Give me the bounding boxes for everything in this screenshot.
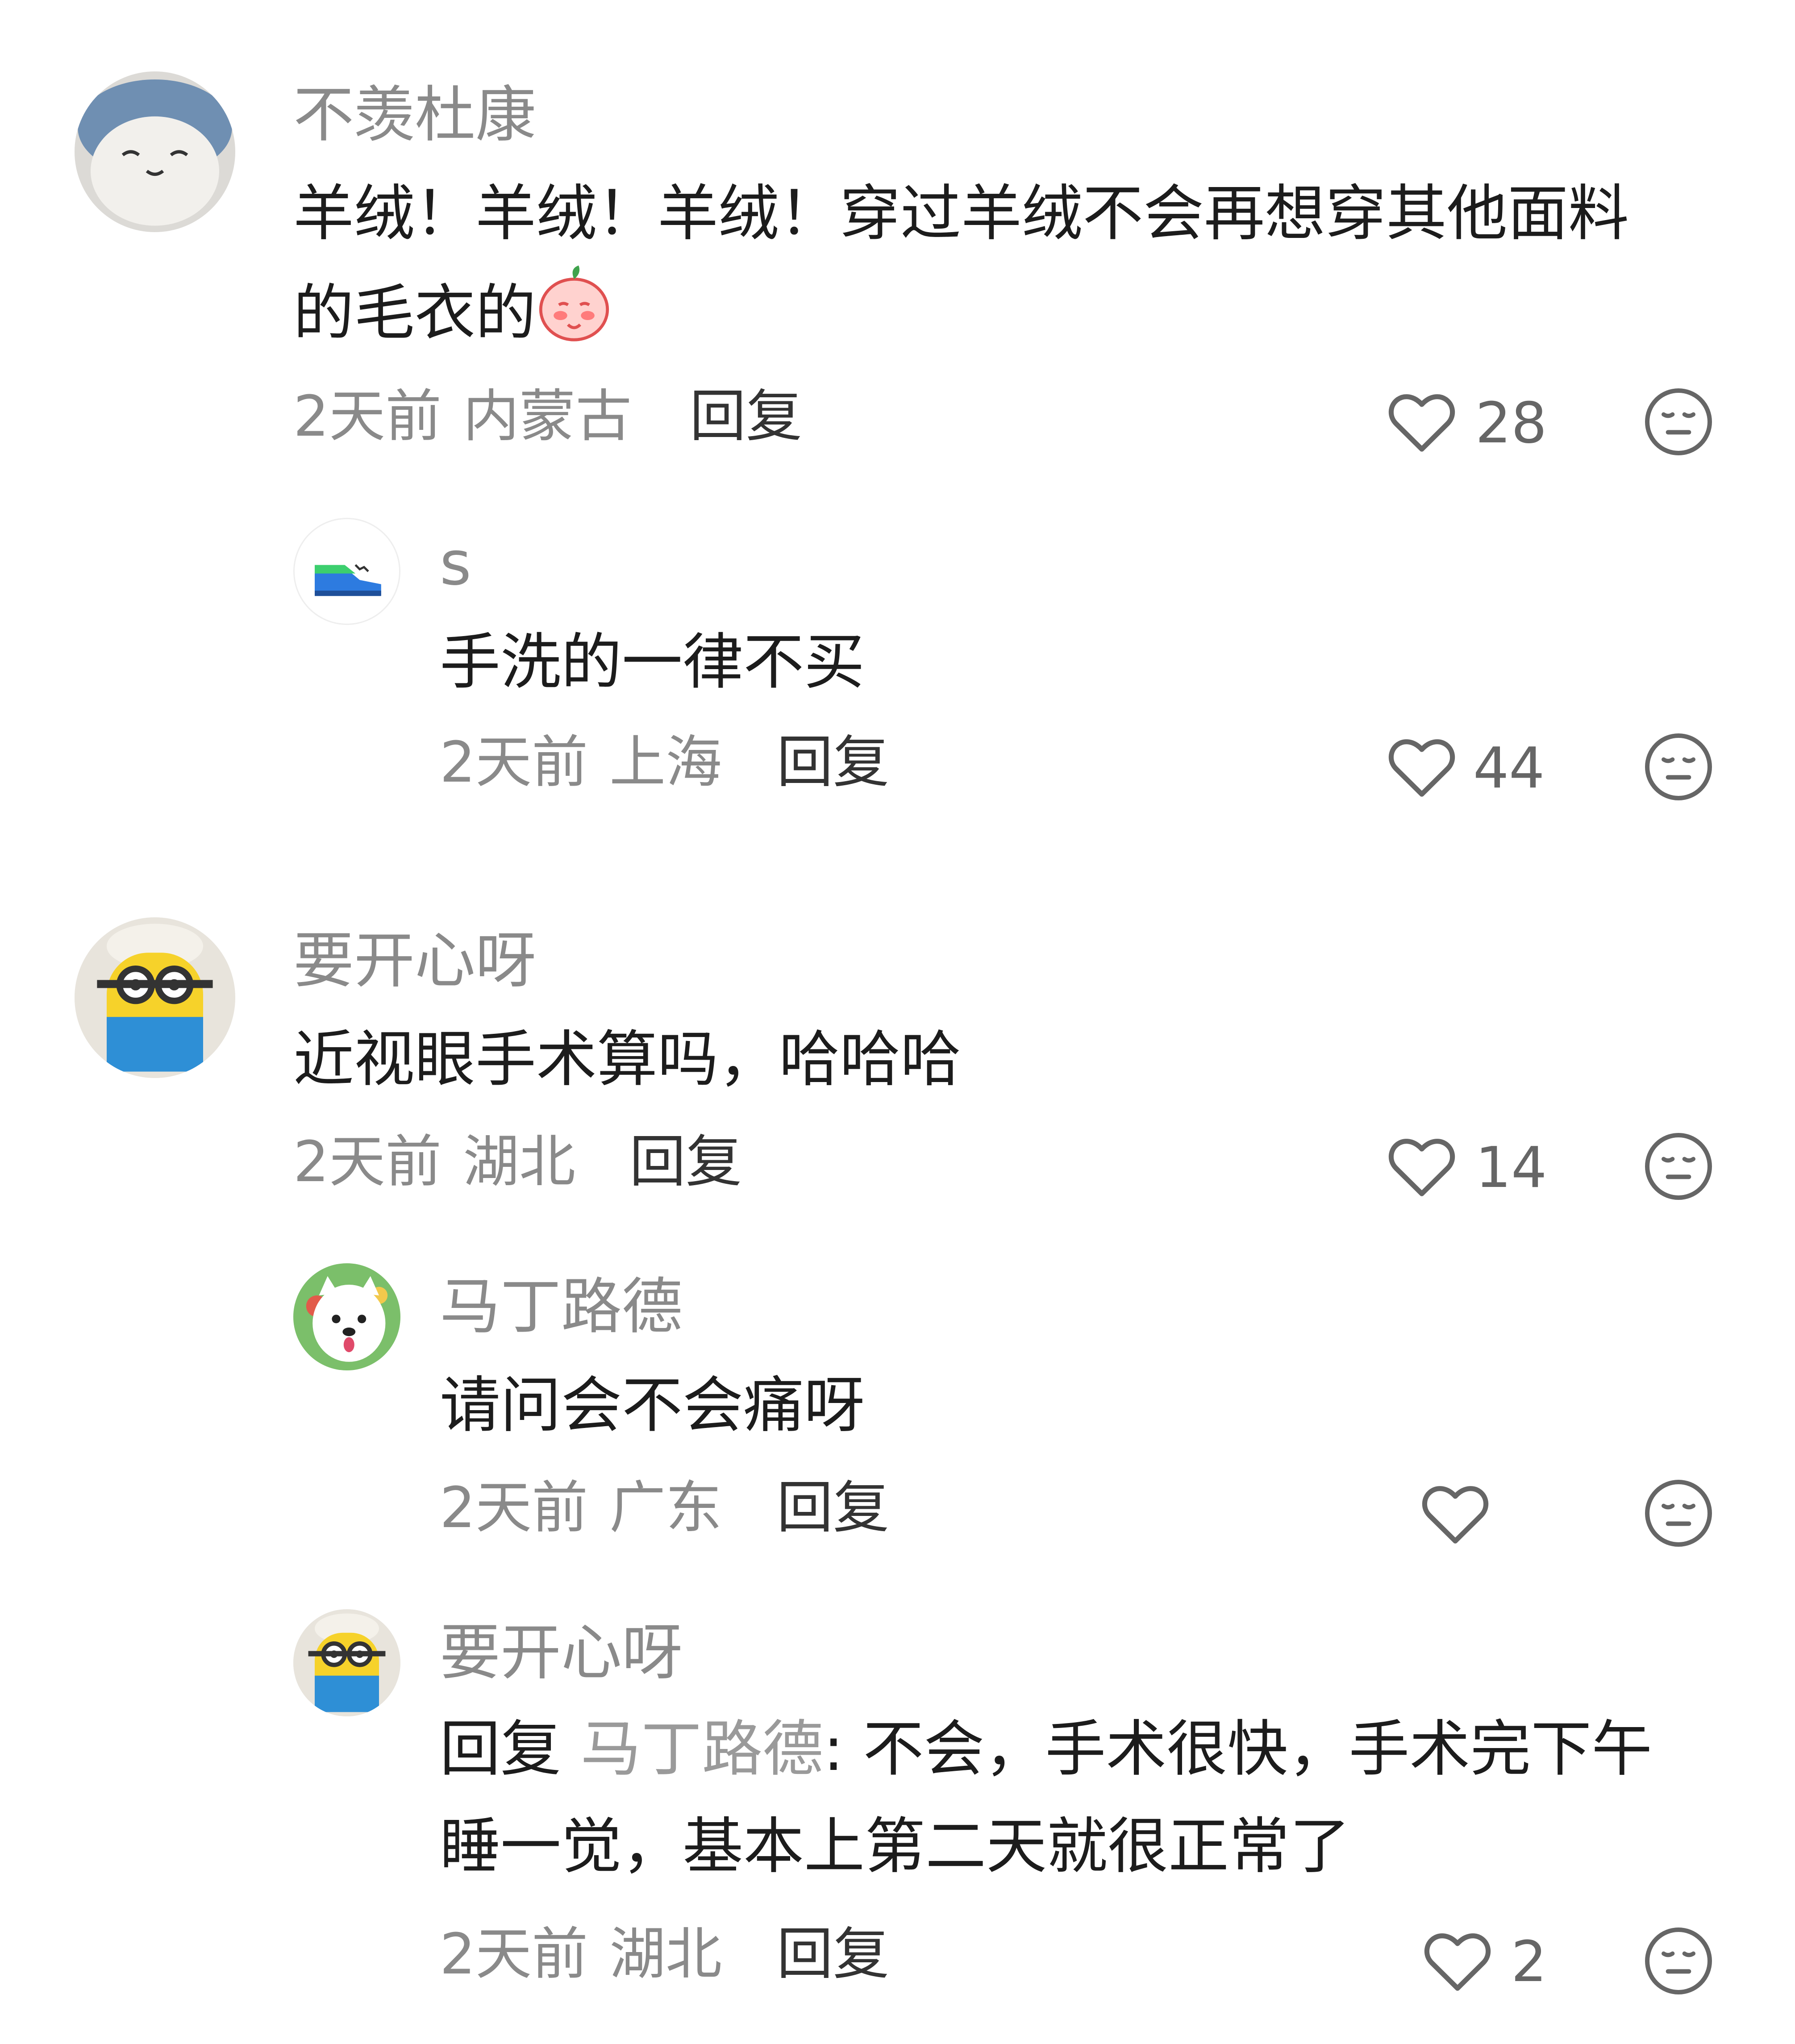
reply-button[interactable]: 回复 (777, 1480, 889, 1536)
heart-outline-icon[interactable] (1422, 1928, 1493, 1993)
avatar[interactable] (293, 1609, 400, 1716)
comment-meta: 2天前 湖北 (440, 1926, 722, 1982)
like-count: 14 (1475, 1135, 1547, 1200)
username[interactable]: 不羡杜康 (293, 85, 536, 146)
comment-text-line: 手洗的一律不买 (440, 627, 865, 698)
comment-text-line: 的毛衣的 (293, 262, 1629, 362)
comment-meta: 2天前 湖北 (293, 1134, 575, 1190)
neutral-face-icon[interactable] (1643, 386, 1714, 458)
username[interactable]: s (440, 533, 471, 594)
white-dog-avatar-icon (293, 1263, 400, 1370)
like-count: 28 (1475, 390, 1547, 456)
timestamp: 2天前 (293, 1129, 442, 1195)
comment-meta: 2天前 上海 (440, 734, 722, 791)
comment-meta: 2天前 广东 (440, 1480, 722, 1536)
username[interactable]: 要开心呀 (440, 1623, 683, 1683)
comment-text-fragment: : 不会，手术很快，手术完下午 (823, 1714, 1653, 1785)
neutral-face-icon[interactable] (1643, 1925, 1714, 1997)
reply-button[interactable]: 回复 (777, 734, 889, 791)
fluffy-plush-avatar-icon (75, 71, 235, 232)
comment-text: 回复 马丁路德: 不会，手术很快，手术完下午 睡一觉，基本上第二天就很正常了 (440, 1701, 1652, 1895)
location: 湖北 (463, 1129, 576, 1195)
location: 内蒙古 (463, 383, 632, 449)
heart-outline-icon[interactable] (1386, 389, 1458, 454)
neutral-face-icon[interactable] (1643, 1478, 1714, 1549)
sneaker-avatar-icon (295, 520, 399, 623)
blushing-peach-emoji-icon (539, 265, 609, 341)
mention-link[interactable]: 马丁路德 (580, 1714, 823, 1785)
location: 上海 (609, 729, 722, 795)
neutral-face-icon[interactable] (1643, 1131, 1714, 1202)
comment-text: 羊绒！羊绒！羊绒！穿过羊绒不会再想穿其他面料 的毛衣的 (293, 165, 1629, 362)
username[interactable]: 要开心呀 (293, 931, 536, 991)
location: 广东 (609, 1475, 722, 1540)
like-count: 44 (1473, 735, 1545, 801)
heart-outline-icon[interactable] (1386, 734, 1458, 799)
timestamp: 2天前 (293, 383, 442, 449)
timestamp: 2天前 (440, 729, 588, 795)
reply-button[interactable]: 回复 (629, 1134, 742, 1190)
location: 湖北 (609, 1921, 722, 1987)
minion-avatar-icon (75, 917, 235, 1078)
username[interactable]: 马丁路德 (440, 1277, 683, 1337)
avatar[interactable] (293, 518, 400, 625)
reply-button[interactable]: 回复 (777, 1926, 889, 1982)
comment-text-line: 近视眼手术算吗，哈哈哈 (293, 1024, 961, 1095)
timestamp: 2天前 (440, 1475, 588, 1540)
comment-text: 近视眼手术算吗，哈哈哈 (293, 1011, 961, 1108)
avatar[interactable] (75, 917, 235, 1078)
comment-text-line: 羊绒！羊绒！羊绒！穿过羊绒不会再想穿其他面料 (293, 179, 1629, 249)
minion-avatar-icon (293, 1609, 400, 1716)
comment-text-line: 睡一觉，基本上第二天就很正常了 (440, 1811, 1350, 1882)
neutral-face-icon[interactable] (1643, 731, 1714, 803)
comment-meta: 2天前 内蒙古 (293, 388, 632, 445)
like-count: 2 (1511, 1929, 1547, 1994)
comment-text-line: 请问会不会痛呀 (440, 1370, 865, 1441)
comment-text-fragment: 的毛衣的 (293, 278, 536, 349)
avatar[interactable] (75, 71, 235, 232)
comment-text-line: 回复 马丁路德: 不会，手术很快，手术完下午 (440, 1701, 1652, 1798)
reply-button[interactable]: 回复 (690, 388, 802, 445)
timestamp: 2天前 (440, 1921, 588, 1987)
reply-prefix: 回复 (440, 1714, 581, 1785)
comment-text: 请问会不会痛呀 (440, 1357, 865, 1454)
heart-outline-icon[interactable] (1386, 1134, 1458, 1198)
avatar[interactable] (293, 1263, 400, 1370)
heart-outline-icon[interactable] (1420, 1481, 1491, 1545)
comment-text: 手洗的一律不买 (440, 614, 865, 711)
